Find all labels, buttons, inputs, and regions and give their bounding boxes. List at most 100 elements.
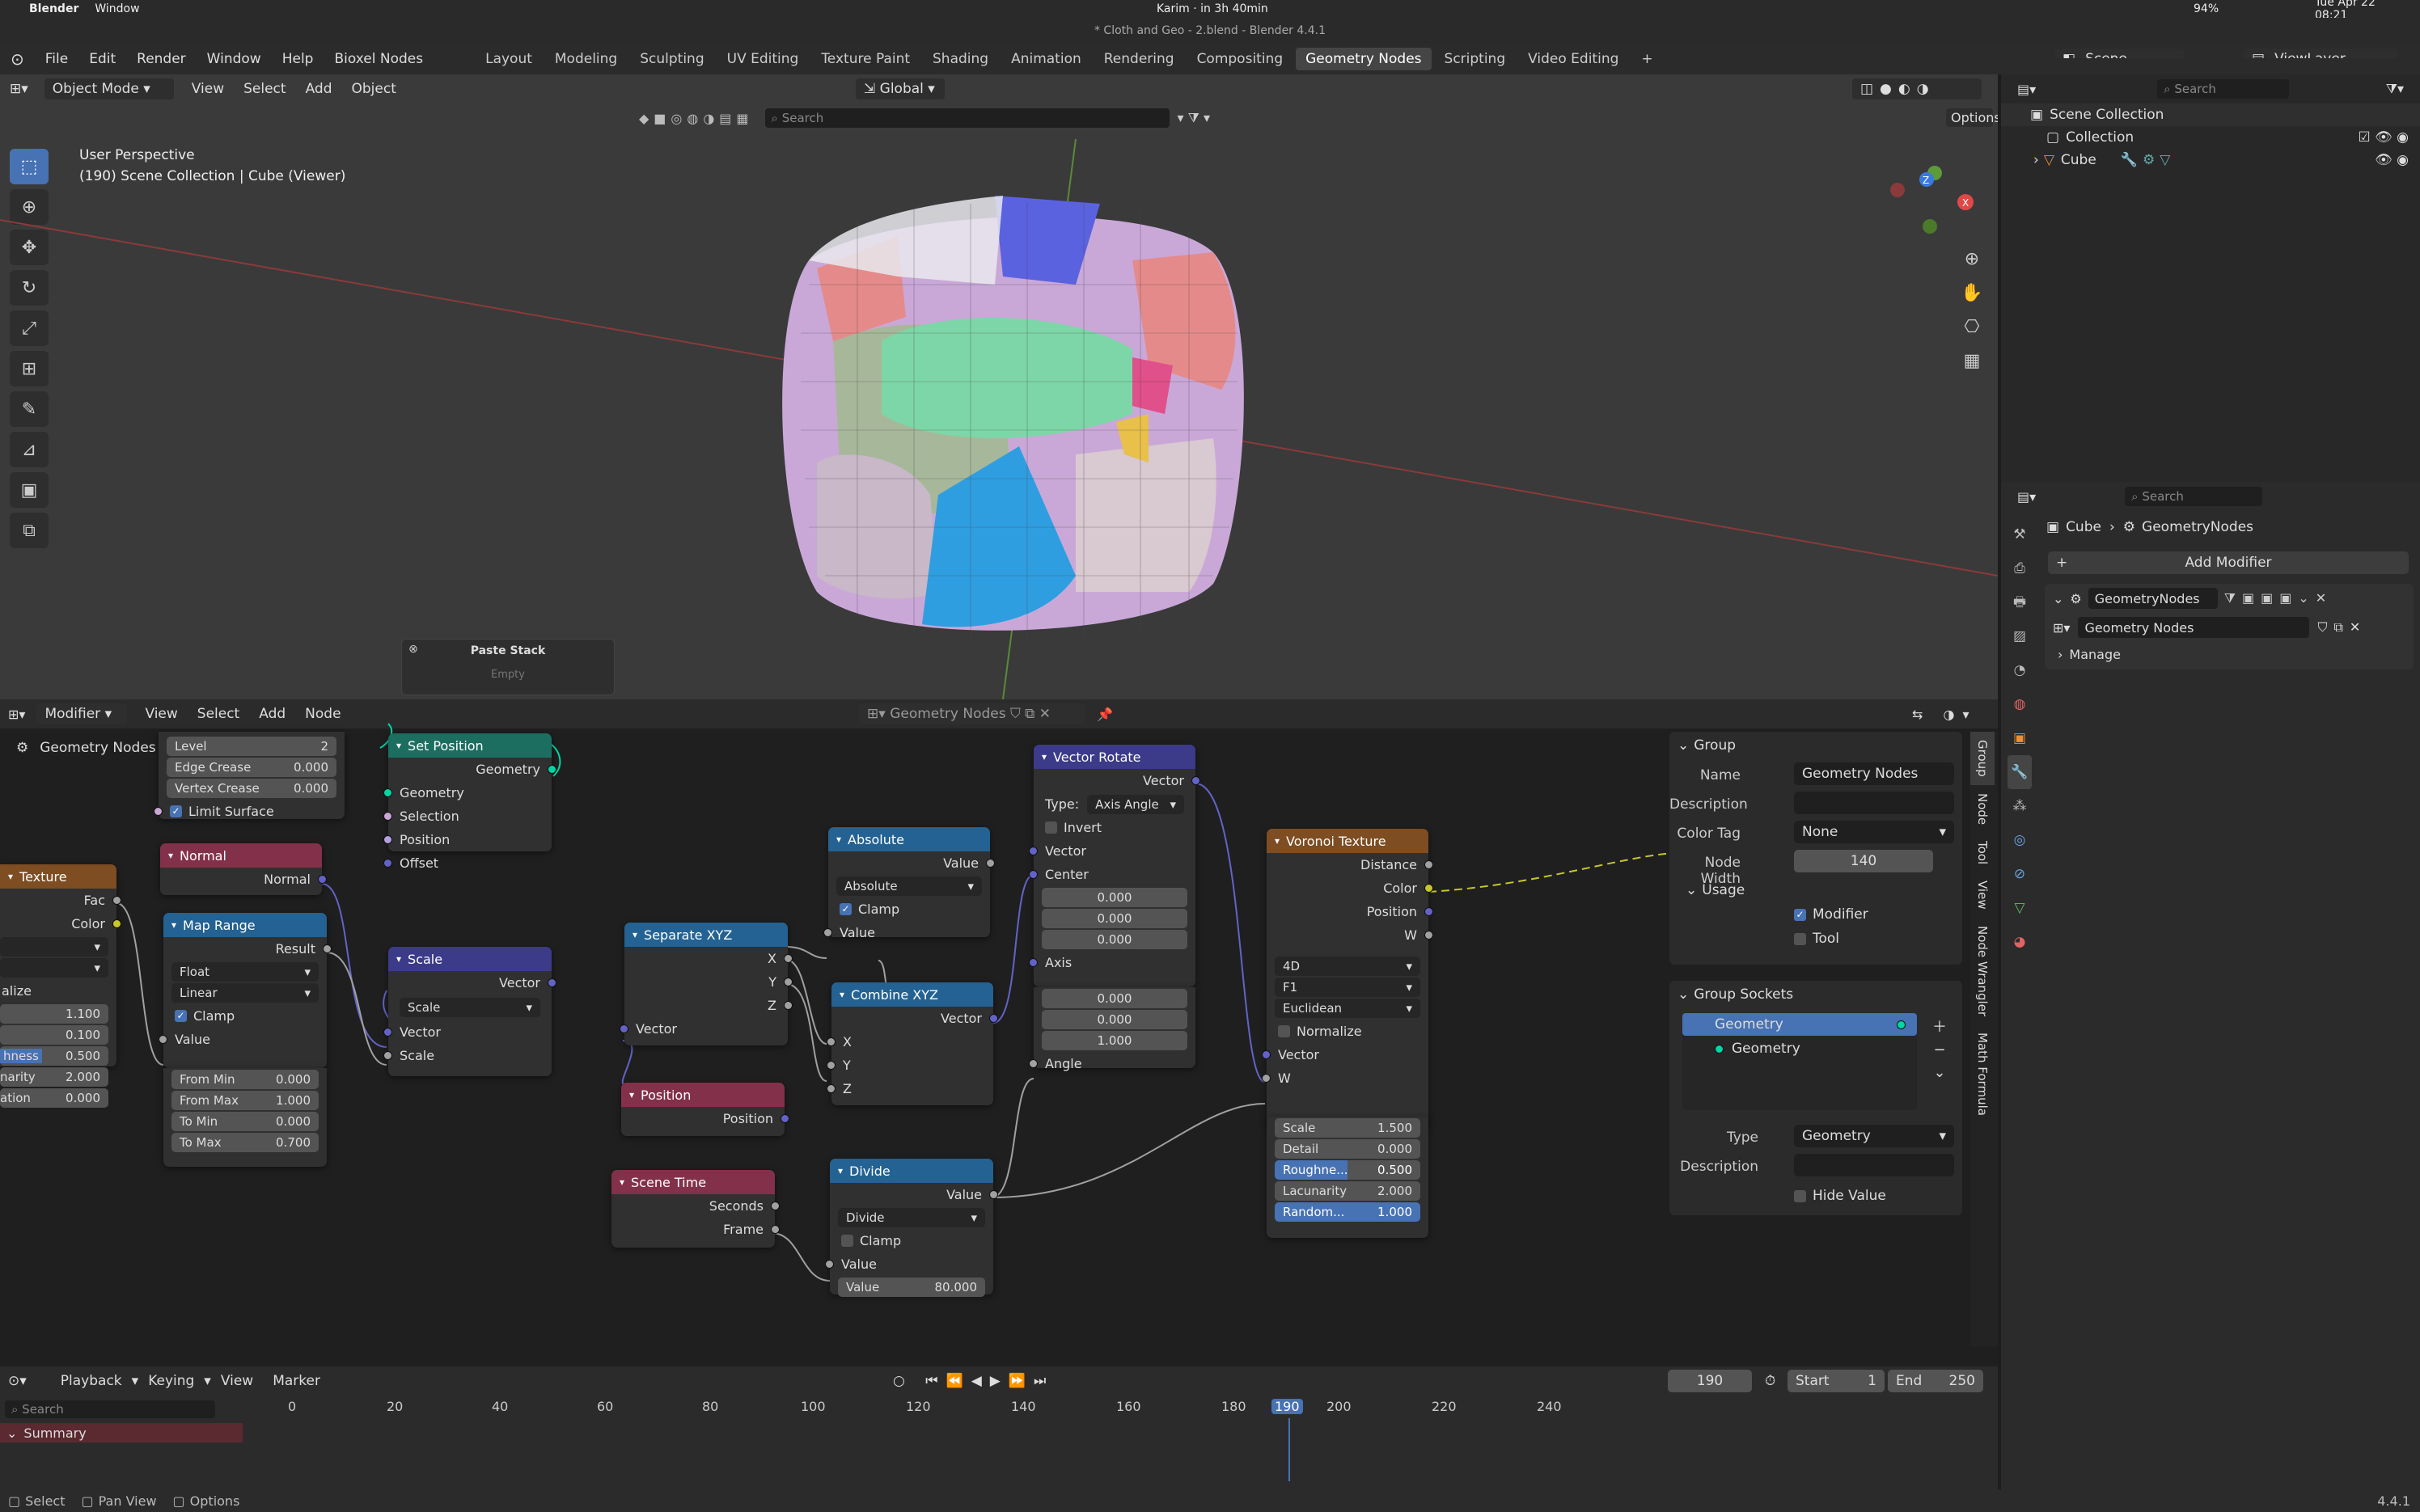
- node-width-field[interactable]: 140: [1794, 850, 1933, 872]
- divide-op-dropdown[interactable]: Divide ▾: [838, 1208, 985, 1227]
- texture-field-lacunarity[interactable]: narity 2.000: [0, 1067, 108, 1087]
- sidebar-tab-node-wrangler[interactable]: Node Wrangler: [1970, 918, 1995, 1024]
- filter-icon[interactable]: ⧩▾: [2386, 81, 2404, 97]
- voronoi-scale-field[interactable]: Scale 1.500: [1275, 1118, 1420, 1138]
- outliner-row-scene-collection[interactable]: ▣ Scene Collection: [2001, 103, 2420, 126]
- texture-dropdown-2[interactable]: ▾: [0, 958, 108, 978]
- menu-bioxel-nodes[interactable]: Bioxel Nodes: [324, 51, 434, 67]
- timeline-search[interactable]: ⌕ Search: [5, 1400, 215, 1418]
- vector-rotate-invert-checkbox[interactable]: Invert: [1034, 816, 1195, 839]
- manage-subpanel[interactable]: › Manage: [2045, 642, 2414, 666]
- normal-node[interactable]: Normal Normal: [160, 843, 327, 895]
- end-frame-field[interactable]: End 250: [1888, 1370, 1983, 1392]
- render-tab-icon[interactable]: ⎙: [2008, 551, 2032, 585]
- marker-menu[interactable]: Marker: [263, 1373, 330, 1389]
- voronoi-detail-field[interactable]: Detail 0.000: [1275, 1139, 1420, 1159]
- edge-crease-field[interactable]: Edge Crease 0.000: [167, 758, 336, 777]
- properties-type-icon[interactable]: ▤▾: [2017, 489, 2036, 505]
- timeline[interactable]: ⊙▾ Playback ▾ Keying ▾ View Marker ○ ⏮⏪◀▶⏩…: [0, 1366, 1998, 1489]
- timeline-ruler[interactable]: 0 20 40 60 80 100 120 140 160 180 190 20…: [251, 1399, 1658, 1418]
- camera-icon[interactable]: ⎔: [1957, 312, 1986, 341]
- scale-op-dropdown[interactable]: Scale ▾: [400, 998, 540, 1017]
- modifier-usage-checkbox[interactable]: ✓ Modifier: [1794, 906, 1868, 923]
- outliner-row-collection[interactable]: ▢ Collection ☑ 👁 ◉: [2001, 126, 2420, 149]
- tab-video-editing[interactable]: Video Editing: [1518, 48, 1628, 70]
- voronoi-metric-dropdown[interactable]: Euclidean ▾: [1275, 999, 1420, 1018]
- tab-sculpting[interactable]: Sculpting: [630, 48, 713, 70]
- world-tab-icon[interactable]: ◍: [2008, 687, 2032, 721]
- texture-node[interactable]: Texture Fac Color ▾ ▾ alize 1.100 0.100 …: [0, 864, 121, 1108]
- texture-dropdown-1[interactable]: ▾: [0, 937, 108, 957]
- group-panel-title[interactable]: ⌄ Group: [1669, 732, 1962, 759]
- vector-rotate-node[interactable]: Vector Rotate Vector Type:Axis Angle▾ In…: [1029, 745, 1200, 987]
- usage-subpanel[interactable]: ⌄ Usage: [1686, 879, 1745, 902]
- window-menu[interactable]: Window: [95, 2, 139, 15]
- timeline-view-menu[interactable]: View: [211, 1373, 263, 1389]
- constraints-tab-icon[interactable]: ⊘: [2008, 857, 2032, 891]
- divide-clamp-checkbox[interactable]: Clamp: [830, 1229, 993, 1252]
- tool-tab-icon[interactable]: ⚒: [2008, 517, 2032, 551]
- map-range-type-dropdown[interactable]: Float ▾: [171, 962, 319, 982]
- group-sockets-title[interactable]: ⌄ Group Sockets: [1669, 981, 1962, 1008]
- center-x-field[interactable]: 0.000: [1042, 888, 1187, 907]
- node-group-field[interactable]: Geometry Nodes: [2078, 617, 2310, 638]
- data-tab-icon[interactable]: ▽: [2008, 891, 2032, 925]
- collapse-icon[interactable]: ⌄: [2053, 591, 2063, 606]
- voronoi-randomness-field[interactable]: Random... 1.000: [1275, 1202, 1420, 1222]
- tab-uv-editing[interactable]: UV Editing: [717, 48, 809, 70]
- subdivision-node[interactable]: Level 2 Edge Crease 0.000 Vertex Crease 0.0…: [154, 732, 345, 819]
- menu-render[interactable]: Render: [126, 51, 197, 67]
- socket-input-geometry[interactable]: Geometry: [1682, 1036, 1917, 1062]
- sidebar-tab-math-formula[interactable]: Math Formula: [1970, 1024, 1995, 1124]
- absolute-node[interactable]: Absolute Value Absolute▾ ✓Clamp Value: [823, 827, 995, 940]
- view-layer-tab-icon[interactable]: ▨: [2008, 619, 2032, 653]
- limit-surface-checkbox[interactable]: ✓ Limit Surface: [154, 800, 345, 823]
- summary-row[interactable]: ⌄ Summary: [0, 1423, 243, 1442]
- group-description-field[interactable]: [1794, 792, 1954, 814]
- level-field[interactable]: Level 2: [167, 737, 336, 756]
- map-range-node[interactable]: Map Range Result Float▾ Linear▾ ✓Clamp V…: [159, 913, 332, 1068]
- outliner-type-icon[interactable]: ▤▾: [2017, 82, 2036, 97]
- tab-texture-paint[interactable]: Texture Paint: [811, 48, 920, 70]
- clock-icon[interactable]: ⏱: [1765, 1373, 1775, 1389]
- axis-x-field[interactable]: 0.000: [1042, 989, 1187, 1008]
- tool-usage-checkbox[interactable]: Tool: [1794, 931, 1839, 947]
- grid-icon[interactable]: ▦: [1957, 346, 1986, 375]
- particles-tab-icon[interactable]: ⁂: [2008, 789, 2032, 823]
- socket-output-geometry[interactable]: Geometry: [1682, 1013, 1917, 1036]
- playback-menu[interactable]: Playback: [51, 1373, 132, 1389]
- add-workspace-icon[interactable]: +: [1631, 48, 1662, 70]
- center-y-field[interactable]: 0.000: [1042, 909, 1187, 928]
- tab-rendering[interactable]: Rendering: [1094, 48, 1184, 70]
- keying-menu[interactable]: Keying: [138, 1373, 204, 1389]
- object-tab-icon[interactable]: ▣: [2008, 721, 2032, 755]
- node-group-action-icons[interactable]: ⛉⧉✕: [2317, 619, 2367, 636]
- scene-time-node[interactable]: Scene Time Seconds Frame: [611, 1170, 780, 1248]
- node-editor[interactable]: ⊞▾ Modifier ▾ View Select Add Node ⊞▾ Ge…: [0, 699, 1998, 1366]
- tab-compositing[interactable]: Compositing: [1187, 48, 1293, 70]
- pan-icon[interactable]: ✋: [1957, 278, 1986, 307]
- vector-rotate-type[interactable]: Type: Axis Angle ▾: [1034, 792, 1195, 816]
- menu-window[interactable]: Window: [197, 51, 272, 67]
- group-name-field[interactable]: Geometry Nodes: [1794, 762, 1954, 785]
- editor-type-icon[interactable]: ⊙▾: [8, 1373, 27, 1389]
- sidebar-tab-group[interactable]: Group: [1970, 732, 1995, 785]
- to-max-field[interactable]: To Max 0.700: [171, 1133, 319, 1152]
- navigation-gizmo[interactable]: X Z: [1876, 155, 1990, 244]
- voronoi-feature-dropdown[interactable]: F1 ▾: [1275, 978, 1420, 997]
- from-min-field[interactable]: From Min 0.000: [171, 1070, 319, 1089]
- socket-list-buttons[interactable]: ＋ − ⌄: [1928, 1016, 1951, 1084]
- map-range-interp-dropdown[interactable]: Linear ▾: [171, 983, 319, 1003]
- 3d-viewport[interactable]: ⊞▾ Object Mode ▾ View Select Add Object …: [0, 74, 1998, 699]
- map-range-clamp-checkbox[interactable]: ✓ Clamp: [163, 1004, 327, 1028]
- set-position-node[interactable]: Set Position Geometry Geometry Selection…: [383, 733, 556, 871]
- to-min-field[interactable]: To Min 0.000: [171, 1112, 319, 1131]
- modifier-name-field[interactable]: GeometryNodes: [2088, 588, 2218, 609]
- outliner-row-cube[interactable]: › ▽ Cube 🔧⚙▽ 👁 ◉: [2001, 149, 2420, 171]
- modifier-toggle-icons[interactable]: ⧩▣▣▣⌄✕: [2224, 590, 2333, 606]
- current-frame-field[interactable]: 190: [1668, 1370, 1752, 1392]
- visibility-icons[interactable]: ☑ 👁 ◉: [2359, 129, 2409, 146]
- from-max-field[interactable]: From Max 1.000: [171, 1091, 319, 1110]
- divide-node[interactable]: Divide Value Divide▾ Clamp Value Value80…: [825, 1159, 998, 1297]
- tab-scripting[interactable]: Scripting: [1435, 48, 1516, 70]
